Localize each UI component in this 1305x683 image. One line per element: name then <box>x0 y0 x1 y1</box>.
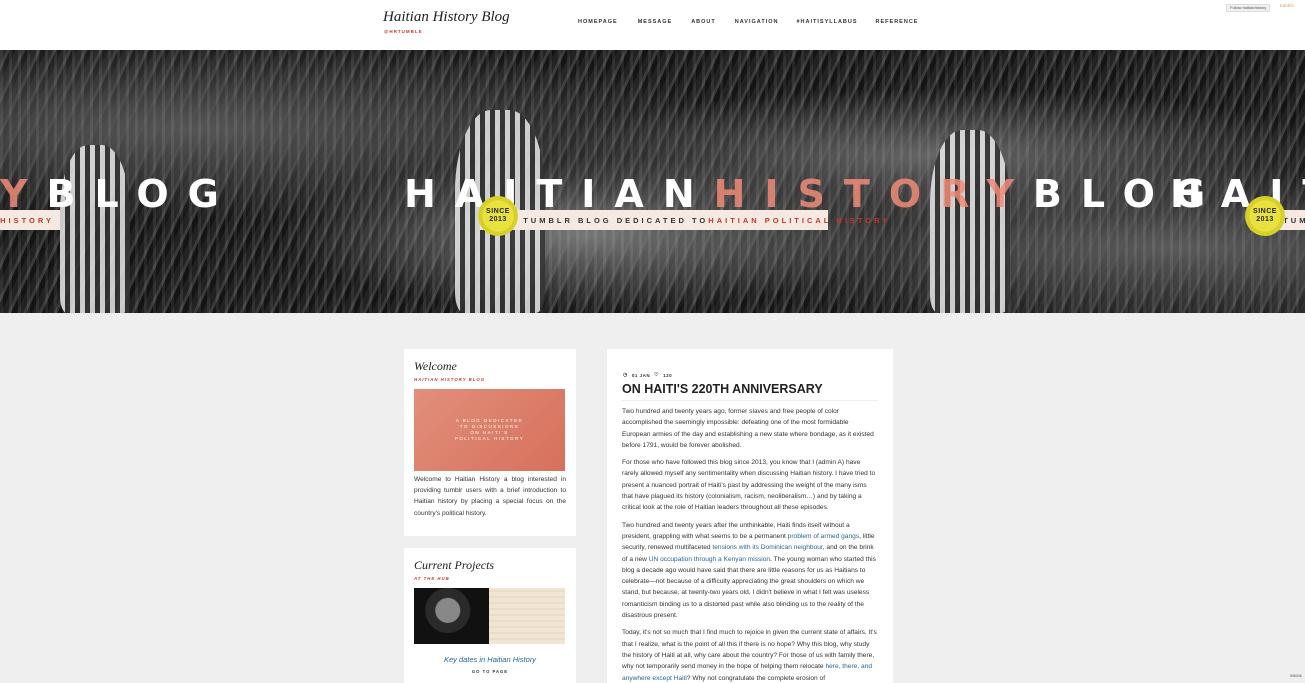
strip-main-highlight: HAITIAN POLITICAL HISTORY <box>708 215 891 225</box>
post-date[interactable]: 01 JAN <box>632 373 650 378</box>
post-meta: ◷ 01 JAN ♡ 120 <box>623 372 672 378</box>
projects-image[interactable] <box>414 588 565 644</box>
projects-paper <box>489 588 565 644</box>
post-paragraph-3: Two hundred and twenty years after the u… <box>622 520 878 622</box>
welcome-subtitle: HAITIAN HISTORY BLOG <box>414 377 486 382</box>
clock-icon: ◷ <box>623 372 628 378</box>
welcome-image-text: A BLOG DEDICATED TO DISCUSSIONS ON HAITI… <box>454 418 525 441</box>
hero-figure-left <box>60 145 130 313</box>
projects-title: Current Projects <box>414 558 495 572</box>
strip-left-text: L HISTORY <box>0 215 54 225</box>
welcome-card: Welcome HAITIAN HISTORY BLOG A BLOG DEDI… <box>404 349 576 536</box>
post-paragraph-2: For those who have followed this blog si… <box>622 459 876 512</box>
post-notes[interactable]: 120 <box>663 373 672 378</box>
hero-banner: YBLOG HAITIANHISTORYBLOG HAITI L HISTORY… <box>0 50 1305 313</box>
post-paragraph-4: Today, it's not so much that I find much… <box>622 627 878 683</box>
banner-strip-main: A TUMBLR BLOG DEDICATED TO HAITIAN POLIT… <box>480 210 887 230</box>
post-paragraph-1: Two hundred and twenty years ago, former… <box>622 408 874 449</box>
post-body: Two hundred and twenty years ago, former… <box>622 406 878 683</box>
p4-text-b: ? Why not congratulate the complete eros… <box>686 674 826 682</box>
welcome-image: A BLOG DEDICATED TO DISCUSSIONS ON HAITI… <box>414 389 565 471</box>
go-to-page-link[interactable]: GO TO PAGE <box>404 669 576 674</box>
blog-subtitle: @HRTUMBLE <box>384 29 423 34</box>
banner-strip-left: L HISTORY <box>0 210 60 230</box>
nav-about[interactable]: ABOUT <box>691 19 716 25</box>
welcome-text: Welcome to Haitian History a blog intere… <box>414 476 566 517</box>
armed-gangs-link[interactable]: problem of armed gangs <box>788 533 859 540</box>
since-label-right: SINCE <box>1253 208 1277 215</box>
p3-text-d: . The young woman who started this blog … <box>622 555 876 620</box>
main-nav: HOMEPAGE MESSAGE ABOUT NAVIGATION #HAITI… <box>578 19 918 25</box>
projects-card: Current Projects AT THE HUB Key dates in… <box>404 548 576 683</box>
since-label: SINCE <box>486 208 510 215</box>
nav-homepage[interactable]: HOMEPAGE <box>578 19 618 25</box>
un-occupation-link[interactable]: UN occupation through a Kenyan mission <box>649 556 770 563</box>
since-year: 2013 <box>489 216 507 223</box>
nav-message[interactable]: MESSAGE <box>638 19 673 25</box>
blog-post: ◷ 01 JAN ♡ 120 ON HAITI'S 220TH ANNIVERS… <box>607 349 893 683</box>
post-title: ON HAITI'S 220TH ANNIVERSARY <box>622 382 823 396</box>
post-divider <box>622 400 878 401</box>
banner-left-blog: BLOG <box>46 172 238 216</box>
corner-label: 598046 <box>1290 674 1302 678</box>
key-dates-link[interactable]: Key dates in Haitian History <box>404 655 576 664</box>
heart-icon[interactable]: ♡ <box>654 372 659 378</box>
dominican-tensions-link[interactable]: tensions with its Dominican neighbour <box>712 544 822 551</box>
hero-figure-right <box>930 130 1010 313</box>
projects-subtitle: AT THE HUB <box>414 576 450 581</box>
strip-main-text: A TUMBLR BLOG DEDICATED TO <box>510 215 709 225</box>
since-badge-right: SINCE 2013 <box>1245 196 1285 236</box>
welcome-title: Welcome <box>414 359 457 373</box>
nav-navigation[interactable]: NAVIGATION <box>735 19 779 25</box>
projects-photo <box>414 588 489 644</box>
blog-title[interactable]: Haitian History Blog <box>383 9 510 26</box>
nav-reference[interactable]: REFERENCE <box>876 19 919 25</box>
nav-haitisyllabus[interactable]: #HAITISYLLABUS <box>796 19 857 25</box>
follow-button[interactable]: Follow haitianhistory <box>1226 4 1271 12</box>
top-header: Haitian History Blog @HRTUMBLE HOMEPAGE … <box>0 0 1305 50</box>
since-year-right: 2013 <box>1256 216 1274 223</box>
tumblr-logo[interactable]: tumblr. <box>1280 4 1294 9</box>
since-badge: SINCE 2013 <box>478 196 518 236</box>
